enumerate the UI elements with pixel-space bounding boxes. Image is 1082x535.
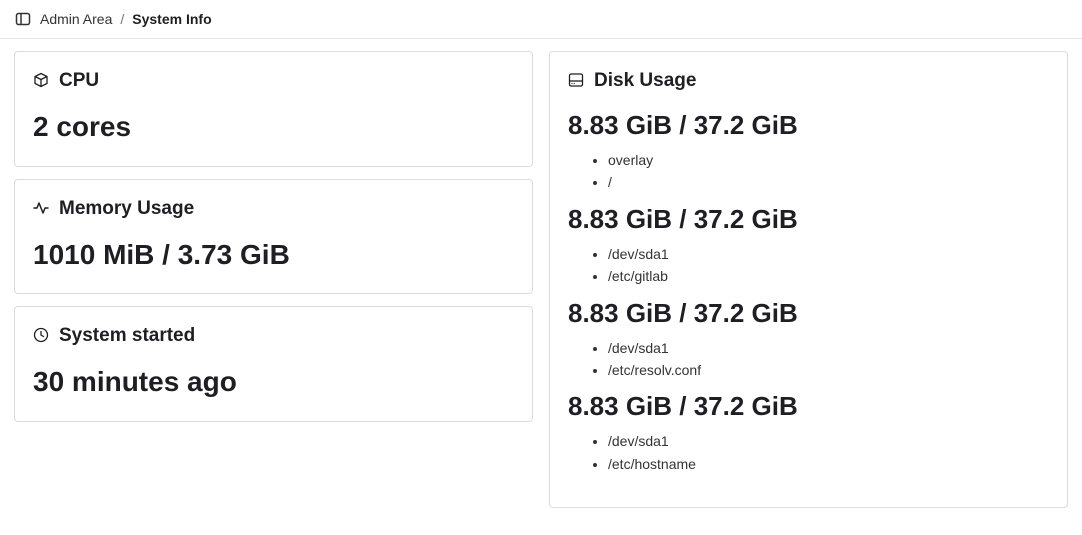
disk-mount-item: overlay <box>608 149 1049 171</box>
disk-entry: 8.83 GiB / 37.2 GiB/dev/sda1/etc/resolv.… <box>568 298 1049 382</box>
cpu-card-title: CPU <box>33 70 514 92</box>
topbar: Admin Area / System Info <box>0 0 1082 39</box>
disk-mount-item: /dev/sda1 <box>608 337 1049 359</box>
disk-usage-value: 8.83 GiB / 37.2 GiB <box>568 298 1049 329</box>
right-column: Disk Usage 8.83 GiB / 37.2 GiBoverlay/8.… <box>549 51 1068 508</box>
disk-mount-item: /dev/sda1 <box>608 430 1049 452</box>
cpu-value: 2 cores <box>33 110 514 144</box>
disk-entry: 8.83 GiB / 37.2 GiB/dev/sda1/etc/hostnam… <box>568 391 1049 475</box>
breadcrumb-admin-area[interactable]: Admin Area <box>40 11 112 27</box>
uptime-title-text: System started <box>59 325 195 347</box>
disk-usage-value: 8.83 GiB / 37.2 GiB <box>568 204 1049 235</box>
breadcrumb-current: System Info <box>132 11 211 27</box>
disk-mount-list: overlay/ <box>568 149 1049 194</box>
breadcrumb-separator: / <box>120 11 124 27</box>
memory-value: 1010 MiB / 3.73 GiB <box>33 238 514 272</box>
disk-mount-list: /dev/sda1/etc/hostname <box>568 430 1049 475</box>
disk-entry: 8.83 GiB / 37.2 GiB/dev/sda1/etc/gitlab <box>568 204 1049 288</box>
clock-icon <box>33 327 51 345</box>
breadcrumb: Admin Area / System Info <box>40 11 212 27</box>
disk-mount-list: /dev/sda1/etc/gitlab <box>568 243 1049 288</box>
disk-mount-list: /dev/sda1/etc/resolv.conf <box>568 337 1049 382</box>
memory-card: Memory Usage 1010 MiB / 3.73 GiB <box>14 179 533 295</box>
disk-card: Disk Usage 8.83 GiB / 37.2 GiBoverlay/8.… <box>549 51 1068 508</box>
disk-mount-item: / <box>608 171 1049 193</box>
cpu-title-text: CPU <box>59 70 99 92</box>
disk-mount-item: /etc/hostname <box>608 453 1049 475</box>
uptime-value: 30 minutes ago <box>33 365 514 399</box>
disk-mount-item: /dev/sda1 <box>608 243 1049 265</box>
disk-usage-value: 8.83 GiB / 37.2 GiB <box>568 391 1049 422</box>
left-column: CPU 2 cores Memory Usage 1010 MiB / 3.73… <box>14 51 533 508</box>
content: CPU 2 cores Memory Usage 1010 MiB / 3.73… <box>0 39 1082 520</box>
uptime-card-title: System started <box>33 325 514 347</box>
disk-mount-item: /etc/resolv.conf <box>608 359 1049 381</box>
disk-entries: 8.83 GiB / 37.2 GiBoverlay/8.83 GiB / 37… <box>568 110 1049 475</box>
cube-icon <box>33 72 51 90</box>
disk-icon <box>568 72 586 90</box>
activity-icon <box>33 200 51 218</box>
uptime-card: System started 30 minutes ago <box>14 306 533 422</box>
disk-mount-item: /etc/gitlab <box>608 265 1049 287</box>
sidebar-toggle-icon[interactable] <box>14 10 32 28</box>
memory-card-title: Memory Usage <box>33 198 514 220</box>
disk-title-text: Disk Usage <box>594 70 696 92</box>
disk-card-title: Disk Usage <box>568 70 1049 92</box>
disk-usage-value: 8.83 GiB / 37.2 GiB <box>568 110 1049 141</box>
cpu-card: CPU 2 cores <box>14 51 533 167</box>
disk-entry: 8.83 GiB / 37.2 GiB overlay/ <box>568 110 1049 194</box>
memory-title-text: Memory Usage <box>59 198 194 220</box>
